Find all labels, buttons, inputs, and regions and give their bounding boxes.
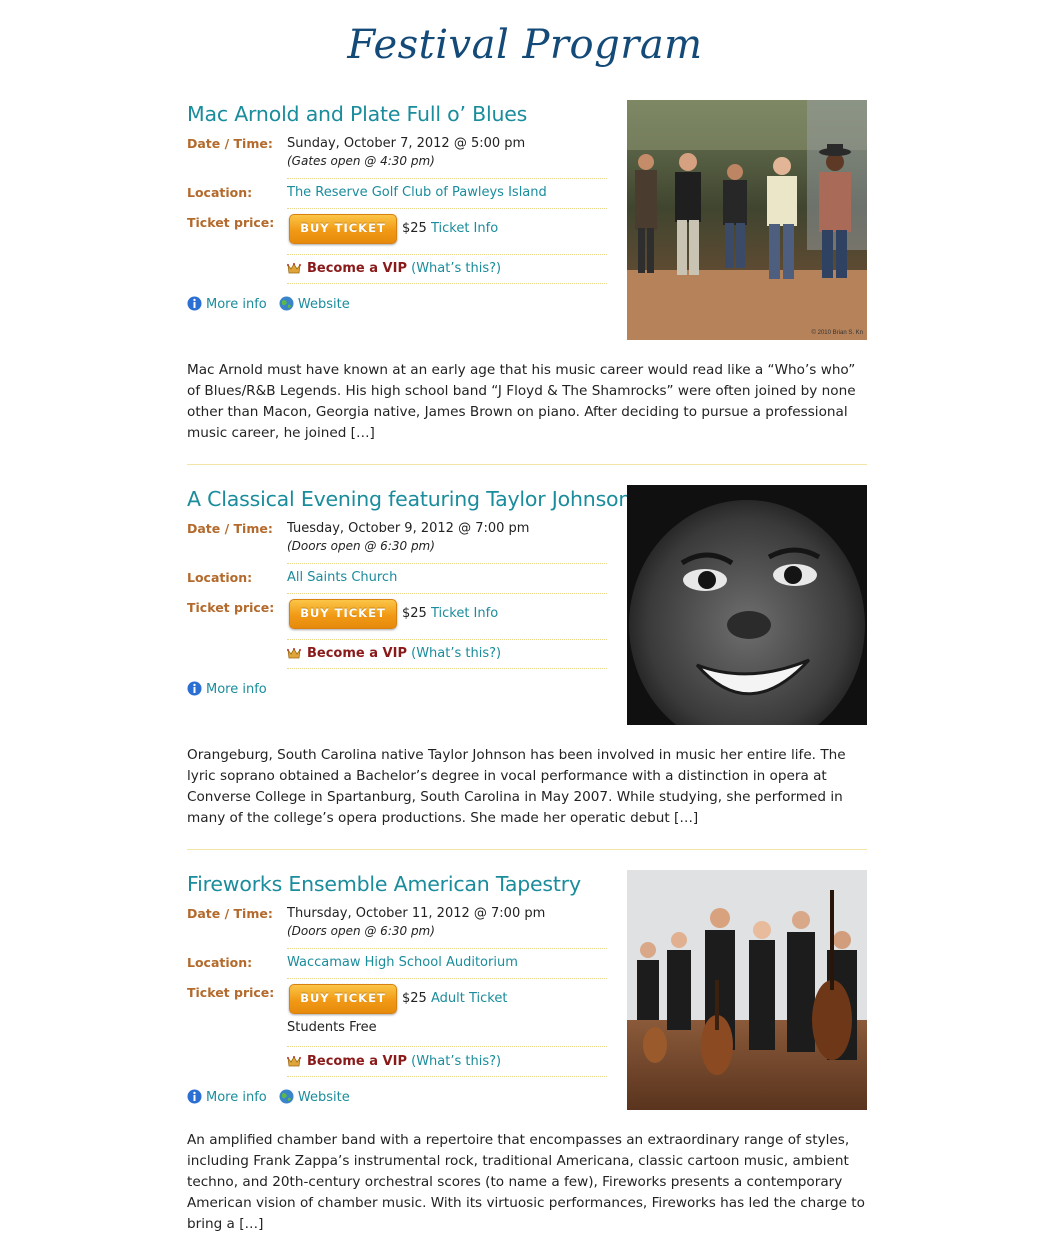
ticket-price-row: Ticket price: BUY TICKET $25 Adult Ticke… bbox=[187, 984, 607, 1045]
ticket-info-link[interactable]: Ticket Info bbox=[431, 221, 498, 236]
whats-this-link[interactable]: (What’s this?) bbox=[411, 646, 501, 661]
location-row: Location: Waccamaw High School Auditoriu… bbox=[187, 955, 607, 975]
row-divider bbox=[287, 1076, 607, 1077]
row-divider bbox=[287, 1046, 607, 1047]
more-info-link[interactable]: More info bbox=[187, 681, 267, 697]
more-info-label: More info bbox=[206, 1090, 267, 1105]
ticket-price: $25 bbox=[402, 606, 427, 621]
ticket-price-label: Ticket price: bbox=[187, 215, 275, 230]
buy-ticket-button[interactable]: BUY TICKET bbox=[289, 214, 397, 244]
event-title-link[interactable]: Fireworks Ensemble American Tapestry bbox=[187, 872, 581, 896]
vip-row: Become a VIP (What’s this?) bbox=[287, 1054, 501, 1071]
doors-note: (Doors open @ 6:30 pm) bbox=[287, 924, 435, 938]
info-icon bbox=[187, 296, 202, 311]
globe-icon bbox=[279, 296, 294, 311]
ticket-price-label: Ticket price: bbox=[187, 985, 275, 1000]
become-vip-link[interactable]: Become a VIP bbox=[307, 646, 407, 661]
event-date: Tuesday, October 9, 2012 @ 7:00 pm bbox=[287, 521, 530, 536]
location-link[interactable]: All Saints Church bbox=[287, 570, 607, 585]
page-title: Festival Program bbox=[347, 22, 703, 68]
globe-icon bbox=[279, 1089, 294, 1104]
more-info-label: More info bbox=[206, 297, 267, 312]
ticket-info-link[interactable]: Ticket Info bbox=[431, 606, 498, 621]
date-time-label: Date / Time: bbox=[187, 136, 273, 151]
students-free-note: Students Free bbox=[287, 1020, 377, 1035]
become-vip-link[interactable]: Become a VIP bbox=[307, 1054, 407, 1069]
photo-credit: © 2010 Brian S. Kn bbox=[812, 329, 863, 336]
crown-icon bbox=[287, 1055, 301, 1071]
ticket-price-row: Ticket price: BUY TICKET $25 Ticket Info bbox=[187, 214, 607, 255]
info-icon bbox=[187, 681, 202, 696]
event-photo bbox=[627, 485, 867, 725]
gates-note: (Gates open @ 4:30 pm) bbox=[287, 154, 435, 168]
event-photo: © 2010 Brian S. Kn bbox=[627, 100, 867, 340]
buy-ticket-button[interactable]: BUY TICKET bbox=[289, 599, 397, 629]
crown-icon bbox=[287, 262, 301, 278]
event-date: Sunday, October 7, 2012 @ 5:00 pm bbox=[287, 136, 526, 151]
location-label: Location: bbox=[187, 570, 253, 585]
ticket-price-row: Ticket price: BUY TICKET $25 Ticket Info bbox=[187, 599, 607, 640]
website-label: Website bbox=[297, 1090, 350, 1105]
event-card: Mac Arnold and Plate Full o’ Blues Date … bbox=[187, 100, 867, 465]
whats-this-link[interactable]: (What’s this?) bbox=[411, 261, 501, 276]
row-divider bbox=[287, 948, 607, 949]
crown-icon bbox=[287, 647, 301, 663]
ticket-price: $25 bbox=[402, 221, 427, 236]
ticket-price: $25 bbox=[402, 991, 427, 1006]
row-divider bbox=[287, 563, 607, 564]
row-divider bbox=[287, 593, 607, 594]
info-icon bbox=[187, 1089, 202, 1104]
event-divider bbox=[187, 849, 867, 850]
row-divider bbox=[287, 178, 607, 179]
location-link[interactable]: The Reserve Golf Club of Pawleys Island bbox=[287, 185, 607, 200]
location-label: Location: bbox=[187, 955, 253, 970]
vip-row: Become a VIP (What’s this?) bbox=[287, 261, 501, 278]
website-label: Website bbox=[297, 297, 350, 312]
row-divider bbox=[287, 668, 607, 669]
event-description: Mac Arnold must have known at an early a… bbox=[187, 362, 856, 441]
location-row: Location: The Reserve Golf Club of Pawle… bbox=[187, 185, 607, 205]
row-divider bbox=[287, 254, 607, 255]
date-time-label: Date / Time: bbox=[187, 521, 273, 536]
date-time-row: Date / Time: Thursday, October 11, 2012 … bbox=[187, 906, 607, 946]
event-description: An amplified chamber band with a reperto… bbox=[187, 1132, 865, 1232]
date-time-row: Date / Time: Sunday, October 7, 2012 @ 5… bbox=[187, 136, 607, 176]
doors-note: (Doors open @ 6:30 pm) bbox=[287, 539, 435, 553]
event-title-link[interactable]: A Classical Evening featuring Taylor Joh… bbox=[187, 487, 631, 511]
become-vip-link[interactable]: Become a VIP bbox=[307, 261, 407, 276]
adult-ticket-link[interactable]: Adult Ticket bbox=[431, 991, 507, 1006]
location-label: Location: bbox=[187, 185, 253, 200]
row-divider bbox=[287, 283, 607, 284]
event-title-link[interactable]: Mac Arnold and Plate Full o’ Blues bbox=[187, 102, 527, 126]
date-time-label: Date / Time: bbox=[187, 906, 273, 921]
event-date: Thursday, October 11, 2012 @ 7:00 pm bbox=[287, 906, 546, 921]
website-link[interactable]: Website bbox=[279, 1089, 350, 1105]
more-info-label: More info bbox=[206, 682, 267, 697]
row-divider bbox=[287, 978, 607, 979]
buy-ticket-button[interactable]: BUY TICKET bbox=[289, 984, 397, 1014]
location-row: Location: All Saints Church bbox=[187, 570, 607, 590]
row-divider bbox=[287, 639, 607, 640]
whats-this-link[interactable]: (What’s this?) bbox=[411, 1054, 501, 1069]
event-photo bbox=[627, 870, 867, 1110]
event-description: Orangeburg, South Carolina native Taylor… bbox=[187, 747, 846, 826]
website-link[interactable]: Website bbox=[279, 296, 350, 312]
ticket-price-label: Ticket price: bbox=[187, 600, 275, 615]
more-info-link[interactable]: More info bbox=[187, 1089, 267, 1105]
more-info-link[interactable]: More info bbox=[187, 296, 267, 312]
row-divider bbox=[287, 208, 607, 209]
location-link[interactable]: Waccamaw High School Auditorium bbox=[287, 955, 607, 970]
event-card: Fireworks Ensemble American Tapestry Dat… bbox=[187, 870, 867, 1250]
date-time-row: Date / Time: Tuesday, October 9, 2012 @ … bbox=[187, 521, 607, 561]
event-card: A Classical Evening featuring Taylor Joh… bbox=[187, 485, 867, 850]
event-divider bbox=[187, 464, 867, 465]
vip-row: Become a VIP (What’s this?) bbox=[287, 646, 501, 663]
